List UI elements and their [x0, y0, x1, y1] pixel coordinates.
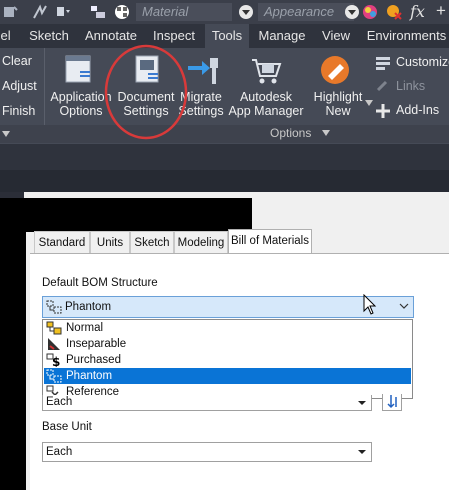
list-item-purchased[interactable]: $ Purchased: [44, 352, 411, 368]
tab-model[interactable]: del: [0, 24, 12, 48]
chevron-down-icon[interactable]: [344, 4, 360, 20]
base-unit-select[interactable]: Each: [42, 442, 372, 462]
list-item-inseparable[interactable]: Inseparable: [44, 336, 411, 352]
quick-access-toolbar: Material Appearance fx +: [0, 0, 449, 24]
list-item-phantom[interactable]: Phantom: [44, 368, 411, 384]
panel-divider: [44, 48, 45, 126]
list-item-normal[interactable]: Normal: [44, 320, 411, 336]
add-ins-button[interactable]: Add-Ins: [396, 103, 439, 117]
options-panel-label: Options: [270, 126, 312, 140]
phantom-icon: [46, 300, 62, 314]
bom-selected-value: Phantom: [65, 301, 112, 313]
chevron-down-icon[interactable]: [238, 4, 254, 20]
base-unit-label: Base Unit: [42, 421, 92, 433]
highlight-new-button[interactable]: Highlight New: [308, 90, 368, 118]
links-button[interactable]: Links: [396, 79, 425, 93]
migrate-settings-icon: [188, 58, 218, 84]
chevron-down-icon[interactable]: [399, 303, 409, 310]
plus-icon[interactable]: +: [436, 1, 446, 21]
options-panel-bar: Options: [0, 125, 449, 143]
tab-environments[interactable]: Environments: [364, 24, 449, 48]
sort-button[interactable]: [382, 394, 402, 411]
clear-appearance-icon[interactable]: [386, 4, 402, 20]
tab-bill-of-materials[interactable]: Bill of Materials: [228, 229, 312, 254]
adjust-appearance-icon[interactable]: [362, 4, 378, 20]
fx-icon[interactable]: fx: [410, 2, 425, 21]
adjust-button[interactable]: Adjust: [2, 79, 37, 93]
chevron-down-icon[interactable]: [355, 446, 369, 458]
highlight-circle: [104, 44, 188, 140]
default-bom-structure-label: Default BOM Structure: [42, 277, 158, 289]
default-bom-structure-select[interactable]: Phantom: [42, 296, 414, 318]
tab-standard[interactable]: Standard: [34, 231, 90, 253]
mouse-cursor-icon: [363, 294, 377, 315]
finish-button[interactable]: Finish: [2, 104, 35, 118]
material-field[interactable]: Material: [136, 3, 232, 21]
obscured-region-left: [0, 198, 26, 490]
sort-icon: [387, 395, 397, 409]
highlight-new-icon: [321, 56, 349, 84]
document-tabs-strip: [0, 170, 449, 192]
svg-text:$: $: [52, 355, 60, 367]
application-options-icon: [65, 55, 91, 83]
material-placeholder: Material: [142, 4, 189, 19]
appearance-placeholder: Appearance: [264, 4, 335, 19]
tab-units[interactable]: Units: [90, 231, 130, 253]
color-override-icon[interactable]: [90, 4, 106, 20]
appearance-field[interactable]: Appearance: [258, 3, 354, 21]
inseparable-icon: [48, 338, 60, 350]
chevron-down-icon[interactable]: [365, 100, 373, 106]
tab-sketch-settings[interactable]: Sketch: [130, 231, 174, 253]
phantom-icon: [46, 369, 62, 383]
app-manager-button[interactable]: Autodesk App Manager: [226, 90, 306, 118]
tab-view[interactable]: View: [316, 24, 356, 48]
tab-manage[interactable]: Manage: [255, 24, 309, 48]
chevron-down-icon[interactable]: [2, 131, 10, 137]
tab-sketch[interactable]: Sketch: [26, 24, 72, 48]
quantity-unit-value: Each: [46, 396, 73, 408]
purchased-icon: $: [46, 353, 60, 367]
tab-modeling[interactable]: Modeling: [174, 231, 228, 253]
appearance-ball-icon[interactable]: [114, 4, 130, 20]
ribbon-tabs: del Sketch Annotate Inspect Tools Manage…: [0, 24, 449, 48]
add-ins-icon: [376, 104, 390, 118]
chevron-down-icon[interactable]: [322, 130, 330, 136]
customize-icon: [376, 57, 390, 70]
obscured-region: [0, 198, 252, 232]
app-manager-icon: [252, 59, 282, 84]
normal-structure-icon: [46, 321, 62, 335]
customize-button[interactable]: Customize: [396, 55, 449, 69]
sketch-tool-icon[interactable]: [2, 4, 18, 20]
select-icon[interactable]: [56, 4, 72, 20]
bom-structure-list: Normal Inseparable $ Purchased Phantom R…: [42, 319, 413, 399]
chevron-down-icon[interactable]: [355, 397, 369, 409]
tab-tools[interactable]: Tools: [205, 24, 249, 48]
measure-icon[interactable]: [32, 4, 48, 20]
clear-button[interactable]: Clear: [2, 54, 32, 68]
base-unit-value: Each: [46, 446, 73, 458]
links-icon: [376, 80, 388, 92]
quantity-unit-select[interactable]: Each: [42, 395, 372, 411]
